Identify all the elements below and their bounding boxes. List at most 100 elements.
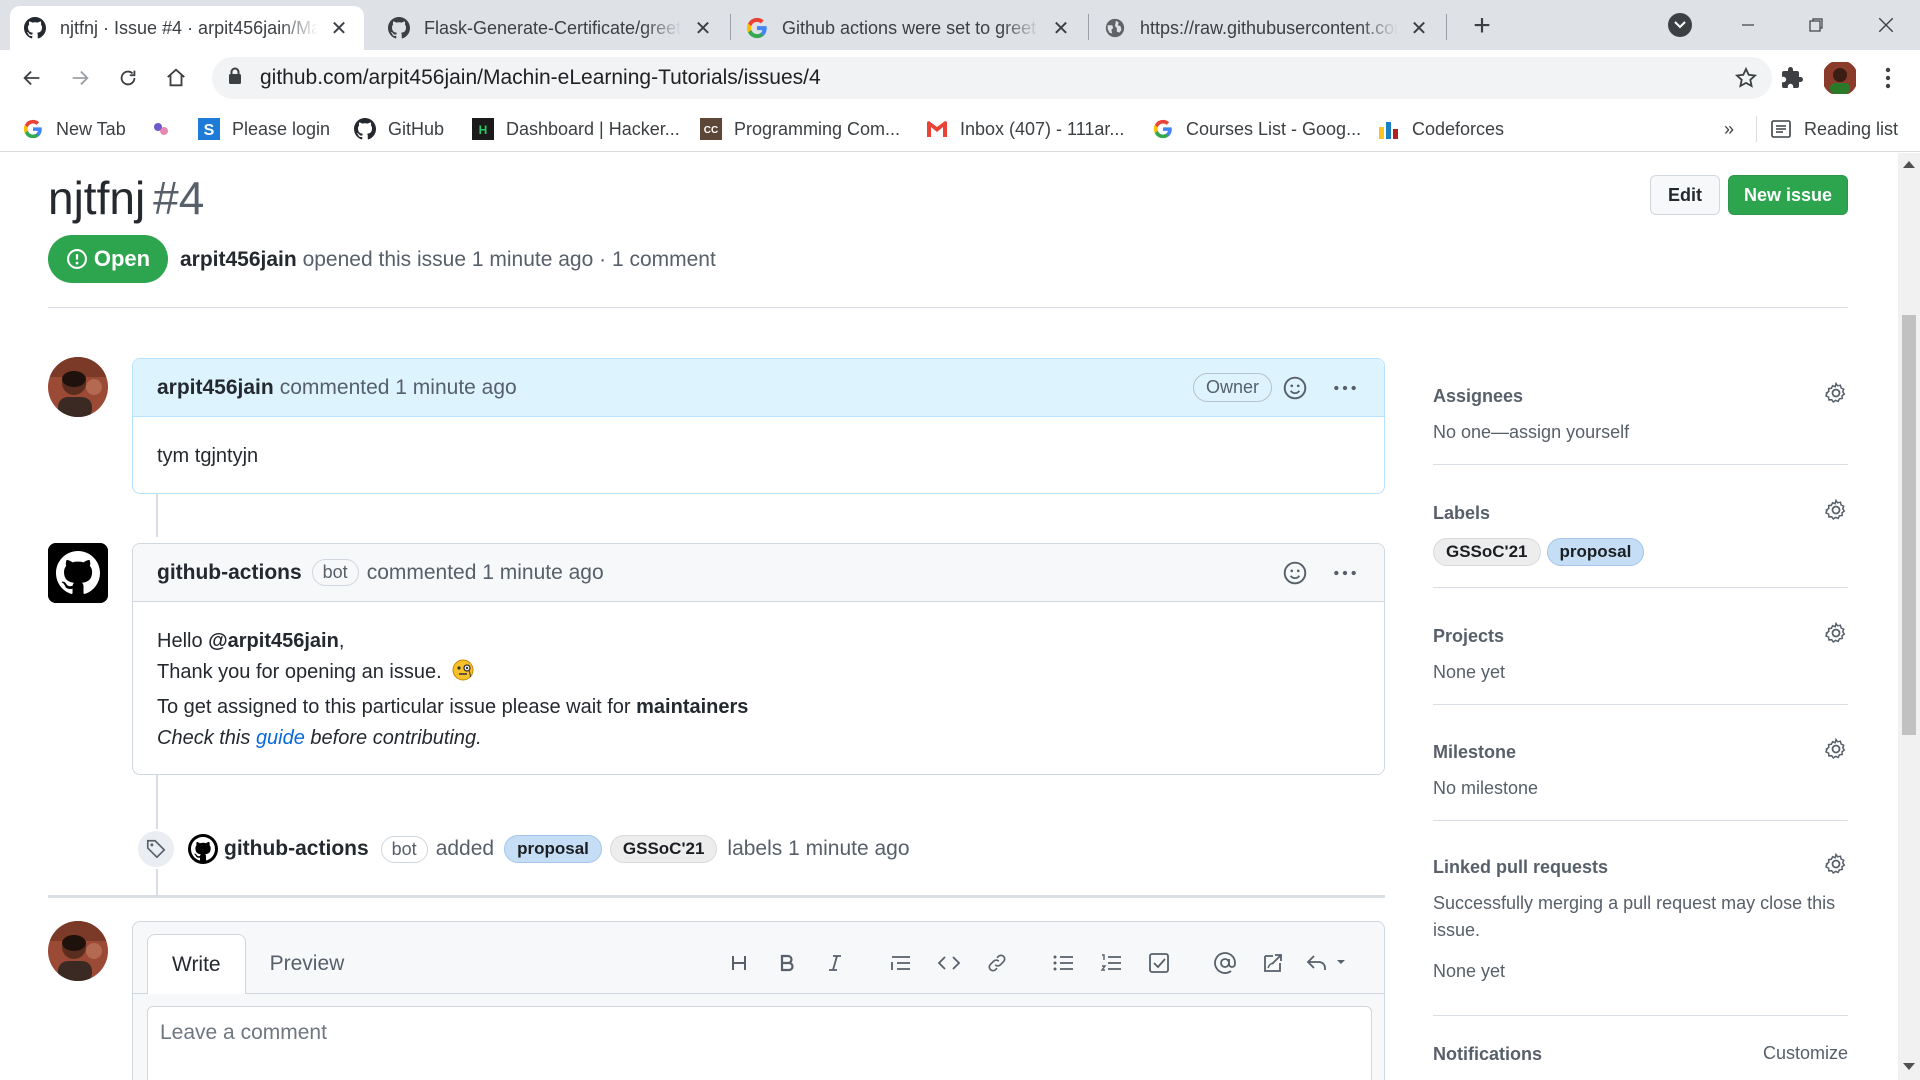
label-gssoc21[interactable]: GSSoC'21 — [1433, 538, 1541, 566]
bookmark-extension[interactable] — [150, 116, 184, 142]
profile-avatar[interactable] — [1822, 60, 1858, 96]
milestone-heading[interactable]: Milestone — [1433, 737, 1848, 767]
gear-icon[interactable] — [1824, 381, 1848, 410]
smiley-icon[interactable] — [1282, 560, 1308, 592]
quote-icon[interactable] — [883, 946, 919, 980]
assignees-heading[interactable]: Assignees — [1433, 381, 1848, 411]
projects-heading[interactable]: Projects — [1433, 621, 1848, 651]
smiley-icon[interactable] — [1282, 375, 1308, 407]
bot-badge: bot — [311, 559, 359, 586]
gear-icon[interactable] — [1824, 852, 1848, 881]
bookmark-github[interactable]: GitHub — [354, 116, 444, 142]
edit-button[interactable]: Edit — [1650, 175, 1720, 215]
comment-textarea[interactable]: Leave a comment — [147, 1006, 1372, 1080]
code-icon[interactable] — [931, 946, 967, 980]
bookmark-label: GitHub — [388, 118, 445, 139]
close-icon[interactable]: ✕ — [1408, 17, 1430, 40]
browser-tab-active[interactable]: njtfnj · Issue #4 · arpit456jain/Machin-… — [10, 6, 364, 50]
comment-author[interactable]: github-actions — [157, 561, 302, 585]
kebab-horizontal-icon[interactable] — [1332, 560, 1358, 592]
bookmark-label: Dashboard | Hacker... — [506, 118, 680, 139]
user-mention[interactable]: @arpit456jain — [208, 630, 339, 652]
window-close-icon[interactable] — [1866, 8, 1906, 42]
tab-preview[interactable]: Preview — [246, 934, 369, 994]
italic-icon[interactable] — [817, 946, 853, 980]
tab-write[interactable]: Write — [147, 934, 246, 994]
close-icon[interactable]: ✕ — [1050, 17, 1072, 40]
address-bar[interactable]: github.com/arpit456jain/Machin-eLearning… — [212, 57, 1772, 99]
bookmark-courses[interactable]: Courses List - Goog... — [1152, 116, 1361, 142]
tag-icon — [136, 829, 176, 869]
avatar[interactable] — [48, 921, 108, 981]
github-actions-avatar[interactable] — [48, 543, 108, 603]
heading-icon[interactable] — [721, 946, 757, 980]
reply-icon[interactable] — [1303, 946, 1353, 980]
minimize-icon[interactable] — [1728, 8, 1768, 42]
bold-icon[interactable] — [769, 946, 805, 980]
new-issue-button[interactable]: New issue — [1728, 175, 1848, 215]
comment-author[interactable]: arpit456jain — [157, 376, 274, 400]
bookmark-codechef[interactable]: CC Programming Com... — [700, 116, 900, 142]
ordered-list-icon[interactable] — [1093, 946, 1129, 980]
kebab-horizontal-icon[interactable] — [1332, 375, 1358, 407]
back-icon[interactable] — [14, 60, 50, 96]
browser-tab[interactable]: https://raw.githubusercontent.com ✕ — [1090, 6, 1444, 50]
gear-icon[interactable] — [1824, 737, 1848, 766]
label-proposal[interactable]: proposal — [1546, 538, 1645, 566]
github-issue-page: njtfnj #4 Edit New issue Open arpit456jai… — [0, 153, 1898, 1080]
bot-badge: bot — [380, 835, 428, 863]
bookmark-new-tab[interactable]: New Tab — [22, 116, 126, 142]
scroll-thumb[interactable] — [1902, 315, 1916, 735]
lock-icon[interactable] — [228, 67, 242, 90]
close-icon[interactable]: ✕ — [692, 17, 714, 40]
unordered-list-icon[interactable] — [1045, 946, 1081, 980]
tab-search-icon[interactable] — [1668, 13, 1692, 37]
customize-link[interactable]: Customize — [1763, 1043, 1848, 1064]
extensions-icon[interactable] — [1774, 60, 1810, 96]
linked-prs-heading[interactable]: Linked pull requests — [1433, 852, 1848, 882]
bookmark-please-login[interactable]: S Please login — [198, 116, 330, 142]
reload-icon[interactable] — [110, 60, 146, 96]
s-icon: S — [198, 118, 220, 140]
github-actions-mini-avatar[interactable] — [188, 834, 218, 864]
linked-prs-value: None yet — [1433, 961, 1506, 981]
gear-icon[interactable] — [1824, 621, 1848, 650]
assignees-value[interactable]: No one—assign yourself — [1433, 419, 1848, 446]
bookmarks-overflow-button[interactable]: » — [1724, 116, 1734, 142]
bookmark-label: Inbox (407) - 111ar... — [960, 118, 1125, 139]
event-author[interactable]: github-actions — [224, 837, 369, 861]
label-proposal[interactable]: proposal — [504, 835, 602, 863]
event-suffix[interactable]: labels 1 minute ago — [727, 837, 909, 861]
browser-menu-icon[interactable] — [1870, 60, 1906, 96]
star-icon[interactable] — [1734, 66, 1758, 95]
scroll-up-icon[interactable] — [1903, 161, 1915, 168]
labels-heading[interactable]: Labels — [1433, 498, 1848, 528]
avatar[interactable] — [48, 357, 108, 417]
comment-timestamp[interactable]: commented 1 minute ago — [367, 561, 604, 585]
comment-timestamp[interactable]: commented 1 minute ago — [280, 376, 517, 400]
reading-list-icon — [1770, 118, 1792, 140]
bookmark-gmail[interactable]: Inbox (407) - 111ar... — [926, 116, 1124, 142]
scroll-down-icon[interactable] — [1903, 1063, 1915, 1070]
bookmark-hackerrank[interactable]: H Dashboard | Hacker... — [472, 116, 680, 142]
mention-icon[interactable] — [1207, 946, 1243, 980]
reading-list-button[interactable]: Reading list — [1770, 116, 1898, 142]
bookmarks-separator — [1756, 116, 1757, 142]
browser-tab[interactable]: Flask-Generate-Certificate/greetings.yml… — [374, 6, 728, 50]
gear-icon[interactable] — [1824, 498, 1848, 527]
close-icon[interactable]: ✕ — [328, 17, 350, 40]
browser-tab[interactable]: Github actions were set to greet ✕ — [732, 6, 1086, 50]
home-icon[interactable] — [158, 60, 194, 96]
link-icon[interactable] — [979, 946, 1015, 980]
codechef-icon: CC — [700, 118, 722, 140]
issue-author-link[interactable]: arpit456jain — [180, 248, 297, 271]
page-scrollbar[interactable] — [1898, 153, 1920, 1080]
bookmark-codeforces[interactable]: Codeforces — [1378, 116, 1504, 142]
guide-link[interactable]: guide — [256, 727, 305, 749]
label-gssoc21[interactable]: GSSoC'21 — [609, 835, 718, 863]
cross-reference-icon[interactable] — [1255, 946, 1291, 980]
new-tab-button[interactable]: + — [1466, 9, 1498, 42]
forward-icon[interactable] — [62, 60, 98, 96]
restore-icon[interactable] — [1796, 8, 1836, 42]
task-list-icon[interactable] — [1141, 946, 1177, 980]
